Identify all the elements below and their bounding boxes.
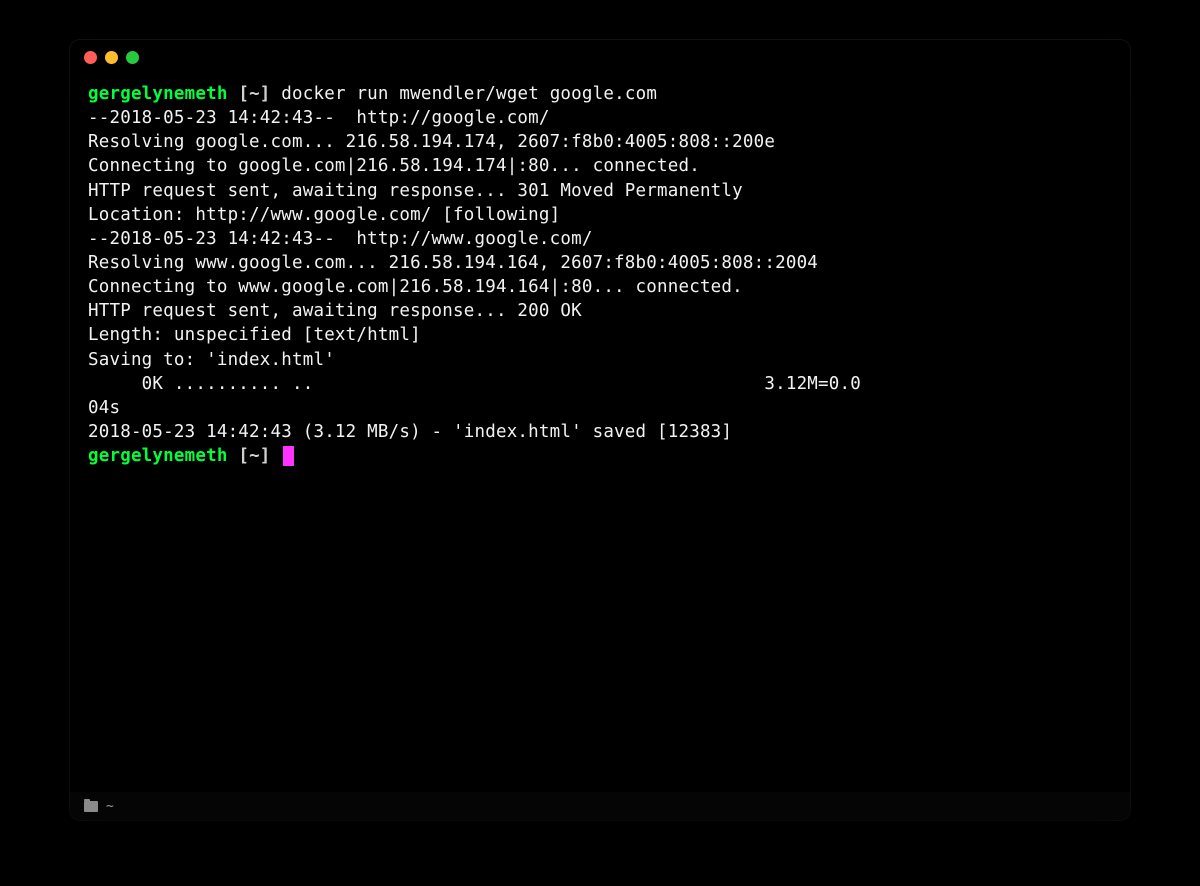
output-line: HTTP request sent, awaiting response... … xyxy=(88,299,1112,323)
minimize-icon[interactable] xyxy=(105,51,118,64)
prompt-line-2[interactable]: gergelynemeth [~] xyxy=(88,444,1112,468)
prompt-path: [~] xyxy=(238,84,270,104)
titlebar xyxy=(70,40,1130,74)
command-text: docker run mwendler/wget google.com xyxy=(281,84,657,104)
statusbar-cwd: ~ xyxy=(106,799,114,814)
output-line: Length: unspecified [text/html] xyxy=(88,323,1112,347)
terminal-body[interactable]: gergelynemeth [~] docker run mwendler/wg… xyxy=(70,74,1130,792)
zoom-icon[interactable] xyxy=(126,51,139,64)
output-line: Resolving google.com... 216.58.194.174, … xyxy=(88,130,1112,154)
output-line: --2018-05-23 14:42:43-- http://google.co… xyxy=(88,106,1112,130)
folder-icon xyxy=(84,801,98,812)
output-line: Resolving www.google.com... 216.58.194.1… xyxy=(88,251,1112,275)
output-line: HTTP request sent, awaiting response... … xyxy=(88,179,1112,203)
output-line: 04s xyxy=(88,396,1112,420)
cursor-icon xyxy=(283,446,294,466)
prompt-user: gergelynemeth xyxy=(88,84,228,104)
terminal-window[interactable]: gergelynemeth [~] docker run mwendler/wg… xyxy=(70,40,1130,820)
output-line: 2018-05-23 14:42:43 (3.12 MB/s) - 'index… xyxy=(88,420,1112,444)
output-line: Location: http://www.google.com/ [follow… xyxy=(88,203,1112,227)
statusbar: ~ xyxy=(70,792,1130,820)
output-line: Saving to: 'index.html' xyxy=(88,348,1112,372)
prompt-user: gergelynemeth xyxy=(88,446,228,466)
output-line: --2018-05-23 14:42:43-- http://www.googl… xyxy=(88,227,1112,251)
output-line: Connecting to www.google.com|216.58.194.… xyxy=(88,275,1112,299)
output-line: 0K .......... .. 3.12M=0.0 xyxy=(88,372,1112,396)
prompt-line-1: gergelynemeth [~] docker run mwendler/wg… xyxy=(88,82,1112,106)
output-line: Connecting to google.com|216.58.194.174|… xyxy=(88,154,1112,178)
close-icon[interactable] xyxy=(84,51,97,64)
prompt-path: [~] xyxy=(238,446,270,466)
